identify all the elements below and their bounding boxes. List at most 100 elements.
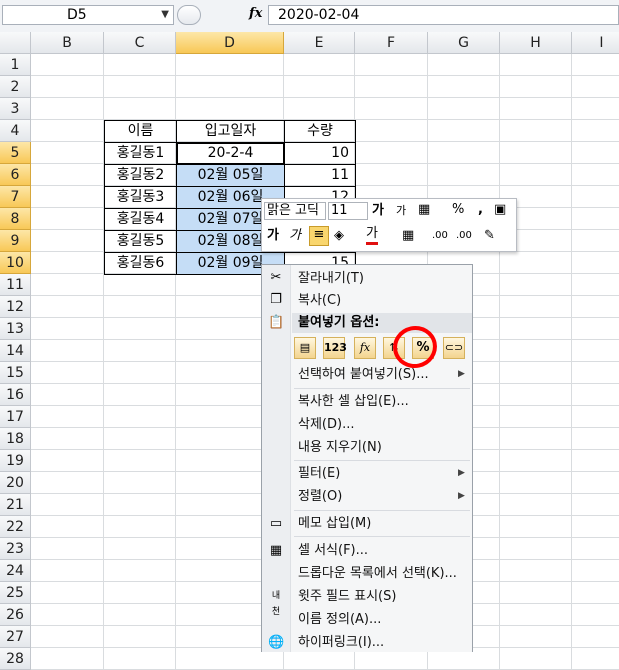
- row-header-23[interactable]: 23: [0, 538, 31, 560]
- cell[interactable]: [104, 538, 176, 560]
- row-header-22[interactable]: 22: [0, 516, 31, 538]
- cell[interactable]: [104, 340, 176, 362]
- cell[interactable]: [500, 274, 572, 296]
- cell[interactable]: [104, 626, 176, 648]
- paste-link-icon[interactable]: ⊂⊃: [443, 337, 465, 359]
- cell[interactable]: [572, 560, 619, 582]
- row-header-5[interactable]: 5: [0, 142, 31, 164]
- row-header-7[interactable]: 7: [0, 186, 31, 208]
- cell[interactable]: [500, 560, 572, 582]
- row-header-9[interactable]: 9: [0, 230, 31, 252]
- cell[interactable]: [31, 494, 104, 516]
- menu-item-format-cells[interactable]: 셀 서식(F)...: [298, 542, 368, 560]
- font-name-select[interactable]: 맑은 고딕: [264, 202, 326, 220]
- align-center-icon[interactable]: ≡: [309, 226, 329, 246]
- cell[interactable]: [31, 142, 104, 164]
- shrink-font-button[interactable]: 가: [396, 201, 406, 221]
- cell[interactable]: [31, 582, 104, 604]
- row-header-26[interactable]: 26: [0, 604, 31, 626]
- row-header-2[interactable]: 2: [0, 76, 31, 98]
- column-header-d[interactable]: D: [176, 32, 284, 54]
- cell[interactable]: [572, 384, 619, 406]
- row-header-4[interactable]: 4: [0, 120, 31, 142]
- cell[interactable]: [104, 648, 176, 670]
- cell[interactable]: [500, 538, 572, 560]
- cell[interactable]: [572, 230, 619, 252]
- borders-icon[interactable]: ▦: [402, 226, 414, 246]
- table-cell[interactable]: 홍길동1: [104, 142, 177, 165]
- row-header-12[interactable]: 12: [0, 296, 31, 318]
- menu-item-sort[interactable]: 정렬(O): [298, 488, 342, 506]
- menu-item-delete[interactable]: 삭제(D)...: [298, 416, 354, 434]
- column-header-g[interactable]: G: [428, 32, 500, 54]
- row-header-24[interactable]: 24: [0, 560, 31, 582]
- cell[interactable]: [572, 428, 619, 450]
- cell[interactable]: [31, 472, 104, 494]
- cell[interactable]: [104, 76, 176, 98]
- cell[interactable]: [176, 98, 284, 120]
- cell[interactable]: [572, 274, 619, 296]
- cell[interactable]: [572, 164, 619, 186]
- cell[interactable]: [500, 648, 572, 670]
- cell[interactable]: [500, 428, 572, 450]
- row-header-10[interactable]: 10: [0, 252, 31, 274]
- cell[interactable]: [31, 340, 104, 362]
- cell[interactable]: [572, 340, 619, 362]
- cell[interactable]: [31, 98, 104, 120]
- cell[interactable]: [500, 362, 572, 384]
- row-header-21[interactable]: 21: [0, 494, 31, 516]
- row-header-16[interactable]: 16: [0, 384, 31, 406]
- chevron-down-icon[interactable]: ▼: [161, 6, 169, 24]
- cell[interactable]: [572, 318, 619, 340]
- cell[interactable]: [572, 186, 619, 208]
- cell[interactable]: [31, 318, 104, 340]
- cell[interactable]: [284, 98, 355, 120]
- table-cell[interactable]: 홍길동5: [104, 230, 177, 253]
- cell[interactable]: [355, 54, 428, 76]
- column-header-i[interactable]: I: [572, 32, 619, 54]
- fill-color-icon[interactable]: ◈: [334, 226, 344, 246]
- cell[interactable]: [31, 384, 104, 406]
- cell[interactable]: [572, 98, 619, 120]
- cell[interactable]: [31, 252, 104, 274]
- row-header-14[interactable]: 14: [0, 340, 31, 362]
- cell[interactable]: [572, 604, 619, 626]
- cell[interactable]: [500, 142, 572, 164]
- menu-item-copy[interactable]: 복사(C): [298, 292, 341, 310]
- cell[interactable]: [428, 120, 500, 142]
- table-cell[interactable]: 11: [284, 164, 356, 187]
- cell[interactable]: [572, 208, 619, 230]
- row-header-13[interactable]: 13: [0, 318, 31, 340]
- cell[interactable]: [31, 538, 104, 560]
- brush-icon[interactable]: ✎: [484, 226, 495, 246]
- cell[interactable]: [104, 604, 176, 626]
- name-box[interactable]: D5 ▼: [2, 5, 174, 25]
- row-header-8[interactable]: 8: [0, 208, 31, 230]
- cell[interactable]: [500, 406, 572, 428]
- bold-button[interactable]: 가: [267, 226, 279, 246]
- cell[interactable]: [31, 648, 104, 670]
- table-cell[interactable]: 10: [284, 142, 356, 165]
- column-header-b[interactable]: B: [31, 32, 104, 54]
- cell[interactable]: [428, 164, 500, 186]
- row-header-15[interactable]: 15: [0, 362, 31, 384]
- cell[interactable]: [104, 428, 176, 450]
- cell[interactable]: [355, 98, 428, 120]
- cell[interactable]: [31, 450, 104, 472]
- menu-item-phonetic[interactable]: 윗주 필드 표시(S): [298, 588, 396, 606]
- cell[interactable]: [500, 582, 572, 604]
- cell[interactable]: [104, 582, 176, 604]
- cell[interactable]: [104, 362, 176, 384]
- cell[interactable]: [104, 98, 176, 120]
- cell[interactable]: [572, 494, 619, 516]
- row-header-28[interactable]: 28: [0, 648, 31, 670]
- cell[interactable]: [31, 208, 104, 230]
- accounting-format-icon[interactable]: ▦: [418, 200, 430, 220]
- cell[interactable]: [31, 362, 104, 384]
- cell[interactable]: [104, 318, 176, 340]
- cell[interactable]: [572, 626, 619, 648]
- cell[interactable]: [500, 626, 572, 648]
- cell[interactable]: [572, 296, 619, 318]
- cell[interactable]: [572, 120, 619, 142]
- cell[interactable]: [572, 54, 619, 76]
